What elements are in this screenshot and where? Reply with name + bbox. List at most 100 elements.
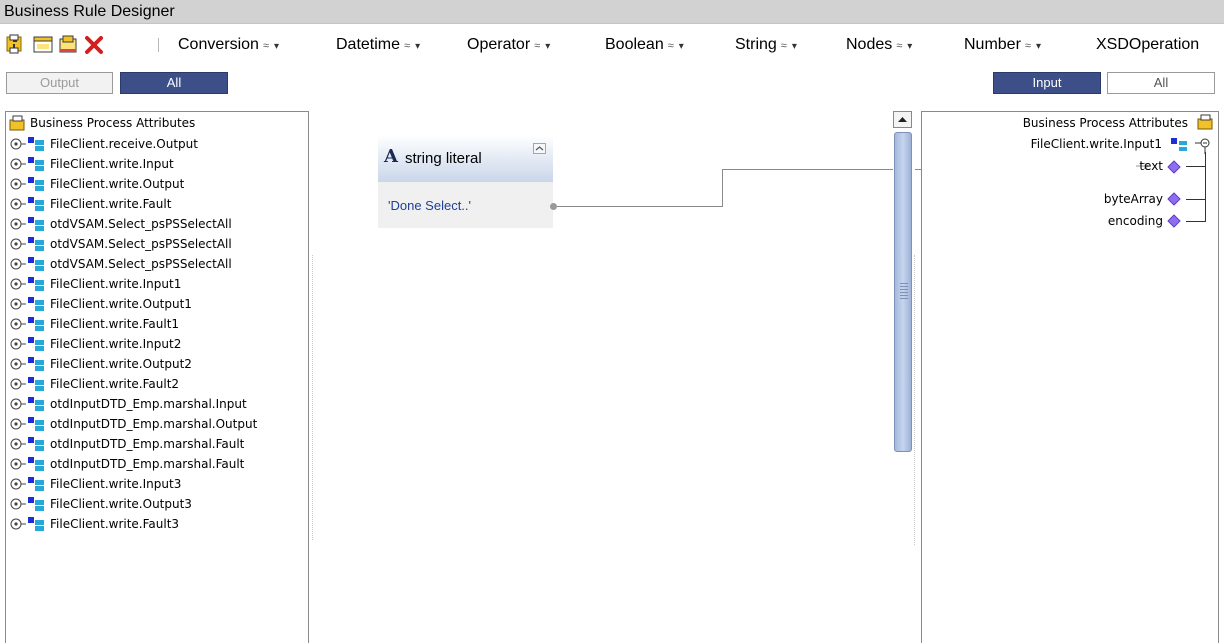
message-node-icon <box>27 256 49 278</box>
collapse-node-button[interactable] <box>533 143 546 154</box>
splitter-right[interactable] <box>914 255 915 545</box>
tree-item-label: FileClient.write.Output <box>50 177 185 191</box>
chevron-down-icon: ▾ <box>791 41 797 52</box>
expand-icon: ≈ <box>896 40 903 52</box>
chevron-down-icon: ▾ <box>1035 41 1041 52</box>
expand-node-icon[interactable] <box>10 217 26 237</box>
tree-item-bytearray[interactable]: byteArray <box>1104 189 1163 209</box>
grip-line <box>900 286 908 287</box>
splitter-left[interactable] <box>312 255 313 540</box>
expand-node-icon[interactable] <box>10 297 26 317</box>
expand-node-icon[interactable] <box>10 437 26 457</box>
literal-value[interactable]: 'Done Select..' <box>388 198 471 213</box>
chevron-down-icon: ▾ <box>907 41 913 52</box>
chevron-down-icon: ▾ <box>545 41 551 52</box>
tree-item-label: byteArray <box>1103 192 1163 206</box>
menu-nodes[interactable]: Nodes ≈ ▾ <box>846 36 912 54</box>
message-node-icon <box>1171 138 1187 151</box>
element-port-icon[interactable] <box>1167 214 1181 228</box>
message-node-icon <box>27 496 49 518</box>
expand-node-icon[interactable] <box>10 197 26 217</box>
grip-line <box>900 289 908 290</box>
expand-node-icon[interactable] <box>10 517 26 537</box>
expand-node-icon[interactable] <box>10 397 26 417</box>
expand-icon: ≈ <box>404 40 411 52</box>
expand-node-icon[interactable] <box>10 237 26 257</box>
tree-item-label: FileClient.write.Input2 <box>50 337 182 351</box>
element-port-icon[interactable] <box>1167 160 1181 174</box>
collapse-toggle-icon[interactable] <box>1195 134 1215 154</box>
edit-window-icon[interactable] <box>32 34 54 56</box>
output-tree-panel: Business Process Attributes FileClient.r… <box>5 111 309 643</box>
menu-datetime[interactable]: Datetime ≈ ▾ <box>336 36 420 54</box>
menu-label: String <box>735 36 777 53</box>
message-node-icon <box>27 176 49 198</box>
expand-node-icon[interactable] <box>10 337 26 357</box>
tree-item-label: otdInputDTD_Emp.marshal.Fault <box>50 437 245 451</box>
tree-connector <box>1205 152 1206 222</box>
canvas-scrollbar[interactable] <box>893 111 914 643</box>
tab-all-right[interactable]: All <box>1107 72 1215 94</box>
save-window-icon[interactable] <box>57 34 79 56</box>
folder-icon <box>9 115 25 131</box>
output-port[interactable] <box>550 203 557 210</box>
expand-node-icon[interactable] <box>10 257 26 277</box>
menu-label: Nodes <box>846 36 893 53</box>
expand-node-icon[interactable] <box>10 457 26 477</box>
menu-xsdoperation[interactable]: XSDOperation <box>1096 36 1199 54</box>
tree-root[interactable]: Business Process Attributes <box>1023 113 1188 133</box>
expand-node-icon[interactable] <box>10 277 26 297</box>
message-node-icon <box>27 376 49 398</box>
message-node-icon <box>27 396 49 418</box>
message-node-icon <box>27 196 49 218</box>
tree-item-label: encoding <box>1107 214 1163 228</box>
element-port-icon[interactable] <box>1167 192 1181 206</box>
add-node-icon[interactable] <box>4 34 26 56</box>
wire-segment <box>557 206 723 207</box>
tree-item-encoding[interactable]: encoding <box>1108 211 1163 231</box>
expand-node-icon[interactable] <box>10 497 26 517</box>
expand-icon: ≈ <box>1024 40 1031 52</box>
menu-label: Datetime <box>336 36 401 53</box>
expand-icon: ≈ <box>534 40 541 52</box>
grip-line <box>900 283 908 284</box>
message-node-icon <box>27 476 49 498</box>
menu-label: XSDOperation <box>1096 36 1200 53</box>
string-type-icon: A <box>384 146 398 167</box>
menu-conversion[interactable]: Conversion ≈ ▾ <box>178 36 279 54</box>
tree-item-label: FileClient.write.Fault2 <box>50 377 180 391</box>
tab-output[interactable]: Output <box>6 72 113 94</box>
menu-boolean[interactable]: Boolean ≈ ▾ <box>605 36 684 54</box>
scroll-up-button[interactable] <box>893 111 912 128</box>
delete-icon[interactable] <box>83 34 105 56</box>
string-literal-node[interactable]: A string literal 'Done Select..' <box>378 135 553 228</box>
tab-all-left[interactable]: All <box>120 72 228 94</box>
expand-node-icon[interactable] <box>10 377 26 397</box>
expand-node-icon[interactable] <box>10 157 26 177</box>
tree-item-parent[interactable]: FileClient.write.Input1 <box>1031 134 1162 154</box>
wire-segment <box>722 169 723 207</box>
message-node-icon <box>27 236 49 258</box>
node-header[interactable]: A string literal <box>378 135 553 182</box>
tree-item-label: otdVSAM.Select_psPSSelectAll <box>50 257 232 271</box>
expand-node-icon[interactable] <box>10 177 26 197</box>
tree-item-text[interactable]: text <box>1139 156 1163 176</box>
tab-input[interactable]: Input <box>993 72 1101 94</box>
collapse-icon <box>535 146 544 151</box>
expand-node-icon[interactable] <box>10 417 26 437</box>
menu-number[interactable]: Number ≈ ▾ <box>964 36 1041 54</box>
tree-connector <box>1186 199 1206 200</box>
expand-node-icon[interactable] <box>10 137 26 157</box>
grip-line <box>900 298 908 299</box>
node-title: string literal <box>405 150 482 167</box>
message-node-icon <box>27 296 49 318</box>
scroll-thumb[interactable] <box>894 132 912 452</box>
expand-node-icon[interactable] <box>10 357 26 377</box>
menu-operator[interactable]: Operator ≈ ▾ <box>467 36 550 54</box>
menu-string[interactable]: String ≈ ▾ <box>735 36 797 54</box>
message-node-icon <box>27 136 49 158</box>
toolbar: Conversion ≈ ▾ Datetime ≈ ▾ Operator ≈ ▾ Boole… <box>0 24 1224 66</box>
expand-node-icon[interactable] <box>10 317 26 337</box>
expand-node-icon[interactable] <box>10 477 26 497</box>
tree-item-label: FileClient.write.Fault3 <box>50 517 180 531</box>
